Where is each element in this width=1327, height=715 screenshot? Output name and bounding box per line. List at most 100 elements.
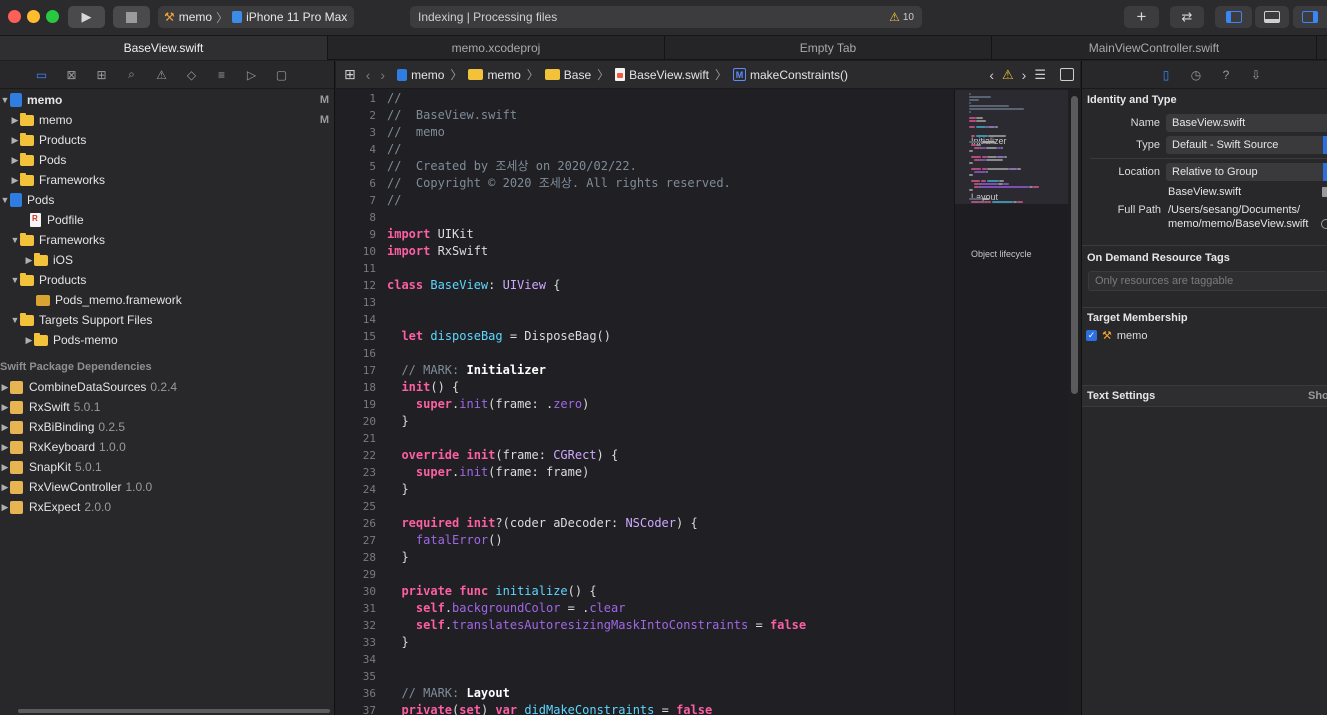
close-window-button[interactable] xyxy=(8,10,21,23)
tree-row-frameworks-pods[interactable]: ▼ Frameworks xyxy=(10,230,105,250)
stop-button[interactable] xyxy=(113,6,150,28)
warning-indicator[interactable]: ⚠ 10 xyxy=(889,10,914,24)
source-control-icon[interactable]: ⊠ xyxy=(63,67,80,83)
disclosure-closed-icon[interactable]: ▶ xyxy=(24,335,34,346)
minimap-mark-label[interactable]: Object lifecycle xyxy=(971,249,1032,259)
issue-navigator-icon[interactable]: ⚠ xyxy=(153,67,170,83)
navigator-scrollbar[interactable] xyxy=(18,709,330,713)
disclosure-open-icon[interactable]: ▼ xyxy=(0,195,10,205)
package-row[interactable]: ▶ RxViewController 1.0.0 xyxy=(0,477,153,497)
tree-row-ios[interactable]: ▶ iOS xyxy=(24,250,73,270)
tree-row-podfile[interactable]: Podfile xyxy=(20,210,84,230)
disclosure-closed-icon[interactable]: ▶ xyxy=(0,382,10,393)
disclosure-closed-icon[interactable]: ▶ xyxy=(0,482,10,493)
forward-arrow-icon[interactable]: › xyxy=(380,67,385,83)
tab-overflow[interactable] xyxy=(1317,36,1327,60)
source-editor[interactable]: 1 2 3 4 5 6 7 8 9 10 11 12 13 14 15 16 17 18 19 20 21 22 23 24 2… xyxy=(336,90,954,715)
minimap[interactable]: Initializer Layout Object lifecycle xyxy=(954,90,1068,715)
next-issue-icon[interactable]: › xyxy=(1022,67,1027,83)
package-icon xyxy=(10,380,23,394)
tab-baseview-swift[interactable]: BaseView.swift xyxy=(0,36,328,60)
toggle-inspector-button[interactable] xyxy=(1293,6,1327,28)
disclosure-closed-icon[interactable]: ▶ xyxy=(10,155,20,166)
history-inspector-icon[interactable]: ◷ xyxy=(1188,67,1204,83)
attributes-icon[interactable]: ⇩ xyxy=(1248,67,1264,83)
toggle-navigator-button[interactable] xyxy=(1215,6,1252,28)
tree-row-products-pods[interactable]: ▼ Products xyxy=(10,270,86,290)
warning-icon[interactable]: ⚠ xyxy=(1002,67,1014,83)
code-area[interactable]: // // BaseView.swift // memo // // Created b… xyxy=(387,90,806,715)
symbol-navigator-icon[interactable]: ⊞ xyxy=(93,67,110,83)
tab-empty[interactable]: Empty Tab xyxy=(665,36,992,60)
location-popup[interactable]: Relative to Group xyxy=(1166,163,1327,181)
report-navigator-icon[interactable]: ▢ xyxy=(273,67,290,83)
target-row[interactable]: ✓ ⚒ memo xyxy=(1086,329,1147,342)
disclosure-closed-icon[interactable]: ▶ xyxy=(10,175,20,186)
disclosure-closed-icon[interactable]: ▶ xyxy=(10,135,20,146)
folder-browse-icon[interactable] xyxy=(1322,187,1327,197)
tree-row-pods-project[interactable]: ▼ Pods xyxy=(0,190,54,210)
target-checkbox[interactable]: ✓ xyxy=(1086,330,1097,341)
disclosure-open-icon[interactable]: ▼ xyxy=(10,275,20,285)
package-icon xyxy=(10,500,23,514)
disclosure-closed-icon[interactable]: ▶ xyxy=(10,115,20,126)
editor-options-icon[interactable]: ☰ xyxy=(1034,67,1046,83)
tree-row-memo-group[interactable]: ▶ memo M xyxy=(10,110,334,130)
disclosure-open-icon[interactable]: ▼ xyxy=(10,315,20,325)
quick-help-icon[interactable]: ? xyxy=(1218,67,1234,83)
code-review-button[interactable]: ⇄ xyxy=(1170,6,1204,28)
folder-icon[interactable]: ▭ xyxy=(33,67,50,83)
tab-mainviewcontroller-swift[interactable]: MainViewController.swift xyxy=(992,36,1317,60)
package-row[interactable]: ▶ SnapKit 5.0.1 xyxy=(0,457,102,477)
breadcrumb-file[interactable]: BaseView.swift xyxy=(615,68,709,82)
tree-row-targets-support-files[interactable]: ▼ Targets Support Files xyxy=(10,310,152,330)
package-row[interactable]: ▶ RxBiBinding 0.2.5 xyxy=(0,417,126,437)
toggle-debug-area-button[interactable] xyxy=(1255,6,1289,28)
full-path-value-line-2: memo/memo/BaseView.swift xyxy=(1168,218,1309,230)
disclosure-closed-icon[interactable]: ▶ xyxy=(0,442,10,453)
add-editor-icon[interactable] xyxy=(1060,68,1074,81)
package-row[interactable]: ▶ RxSwift 5.0.1 xyxy=(0,397,101,417)
file-type-popup[interactable]: Default - Swift Source xyxy=(1166,136,1327,154)
search-icon[interactable]: ⌕ xyxy=(123,67,140,83)
tree-row-frameworks[interactable]: ▶ Frameworks xyxy=(10,170,105,190)
disclosure-closed-icon[interactable]: ▶ xyxy=(24,255,34,266)
package-row[interactable]: ▶ RxKeyboard 1.0.0 xyxy=(0,437,126,457)
disclosure-open-icon[interactable]: ▼ xyxy=(0,95,10,105)
breadcrumb-project[interactable]: memo xyxy=(397,68,444,82)
breadcrumb-group-base[interactable]: Base xyxy=(544,68,591,82)
minimap-line-segment xyxy=(969,108,1025,110)
show-toggle[interactable]: Sho xyxy=(1308,390,1327,402)
library-button[interactable]: + xyxy=(1124,6,1159,28)
tree-row-pods-memo-framework[interactable]: Pods_memo.framework xyxy=(26,290,182,310)
test-navigator-icon[interactable]: ◇ xyxy=(183,67,200,83)
disclosure-closed-icon[interactable]: ▶ xyxy=(0,502,10,513)
name-field[interactable]: BaseView.swift xyxy=(1166,114,1327,132)
disclosure-open-icon[interactable]: ▼ xyxy=(10,235,20,245)
breakpoint-navigator-icon[interactable]: ▷ xyxy=(243,67,260,83)
tree-row-pods-group[interactable]: ▶ Pods xyxy=(10,150,66,170)
tab-memo-xcodeproj[interactable]: memo.xcodeproj xyxy=(328,36,665,60)
disclosure-closed-icon[interactable]: ▶ xyxy=(0,402,10,413)
disclosure-closed-icon[interactable]: ▶ xyxy=(0,422,10,433)
previous-issue-icon[interactable]: ‹ xyxy=(989,67,994,83)
scheme-selector[interactable]: ⚒ memo 〉 iPhone 11 Pro Max xyxy=(158,6,354,28)
tree-row-products[interactable]: ▶ Products xyxy=(10,130,86,150)
debug-navigator-icon[interactable]: ≡ xyxy=(213,67,230,83)
related-items-icon[interactable]: ⊞ xyxy=(344,66,356,83)
breadcrumb-symbol[interactable]: M makeConstraints() xyxy=(733,68,848,82)
target-membership-header: Target Membership xyxy=(1087,312,1188,324)
zoom-window-button[interactable] xyxy=(46,10,59,23)
package-row[interactable]: ▶ CombineDataSources 0.2.4 xyxy=(0,377,178,397)
back-arrow-icon[interactable]: ‹ xyxy=(366,67,371,83)
minimize-window-button[interactable] xyxy=(27,10,40,23)
disclosure-closed-icon[interactable]: ▶ xyxy=(0,462,10,473)
file-inspector-icon[interactable]: ▯ xyxy=(1158,67,1174,83)
run-button[interactable]: ▶ xyxy=(68,6,105,28)
tree-row-pods-memo[interactable]: ▶ Pods-memo xyxy=(24,330,118,350)
tree-row-memo-project[interactable]: ▼ memo M xyxy=(0,90,334,110)
breadcrumb-group-memo[interactable]: memo xyxy=(468,68,521,82)
reveal-in-finder-icon[interactable] xyxy=(1321,219,1327,229)
package-row[interactable]: ▶ RxExpect 2.0.0 xyxy=(0,497,112,517)
editor-scrollbar[interactable] xyxy=(1071,96,1078,394)
